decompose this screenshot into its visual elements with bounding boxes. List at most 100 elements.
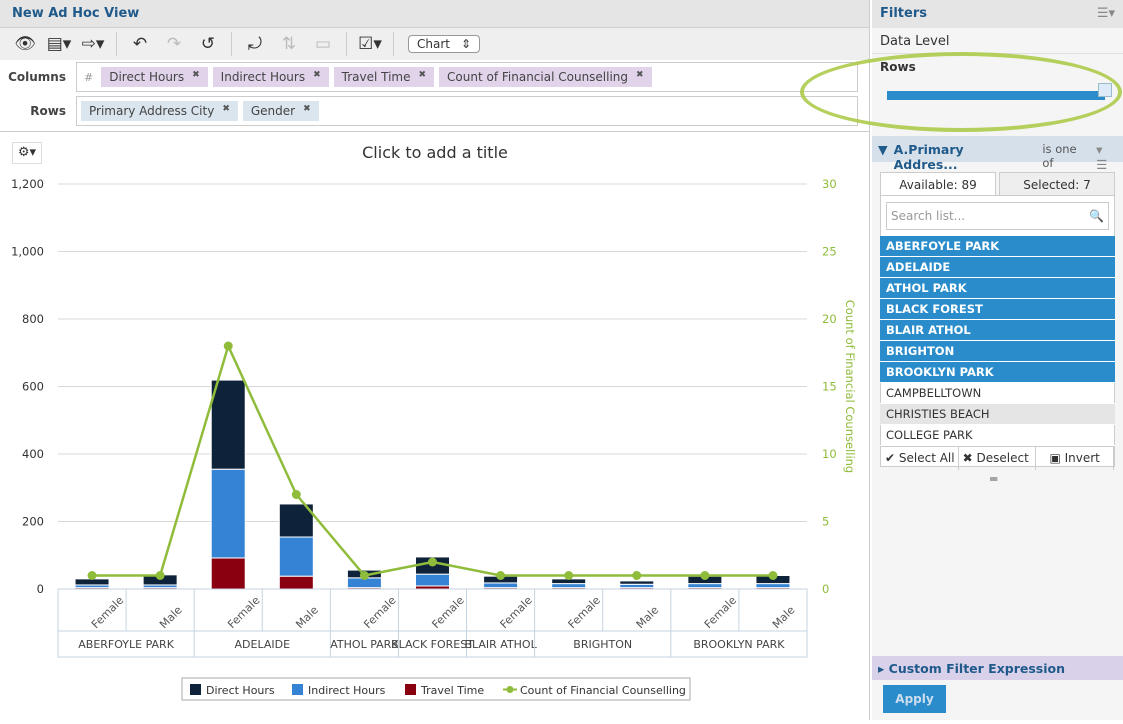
category-label: Male xyxy=(770,603,798,631)
field-pill[interactable]: Indirect Hours ✖ xyxy=(212,67,329,87)
divider xyxy=(346,32,347,56)
list-item[interactable]: BRIGHTON xyxy=(880,341,1115,362)
options-icon[interactable]: ☑▾ xyxy=(355,32,385,56)
list-item[interactable]: CAMPBELLTOWN xyxy=(880,383,1115,404)
y-tick-label: 200 xyxy=(22,515,44,529)
remove-icon[interactable]: ✖ xyxy=(222,104,230,118)
line-point xyxy=(496,571,506,580)
list-item[interactable]: BLACK FOREST xyxy=(880,299,1115,320)
y2-tick-label: 5 xyxy=(822,515,829,529)
list-item[interactable]: COLLEGE PARK xyxy=(880,425,1115,446)
rows-drop-zone[interactable]: Primary Address City ✖ Gender ✖ xyxy=(76,96,858,126)
toolbar: 👁 ▤▾ ⇨▾ ↶ ↷ ↺ ⤾ ⇅ ▭ ☑▾ Chart ⇕ xyxy=(0,28,869,60)
y2-tick-label: 10 xyxy=(822,447,837,461)
remove-icon[interactable]: ✖ xyxy=(636,70,644,84)
group-label: BLACK FOREST xyxy=(391,638,474,651)
tab-available[interactable]: Available: 89 xyxy=(880,172,996,196)
filter-tabs: Available: 89 Selected: 7 xyxy=(880,172,1115,196)
menu-icon[interactable]: ▾ ☰ xyxy=(1096,142,1117,172)
columns-drop-zone[interactable]: # Direct Hours ✖ Indirect Hours ✖ Travel Time… xyxy=(76,62,858,92)
chart: Click to add a title02004006008001,0001,… xyxy=(11,143,857,701)
bar-direct-hours xyxy=(619,580,655,585)
resize-handle[interactable]: ═ xyxy=(990,472,997,486)
y-tick-label: 1,200 xyxy=(11,177,44,191)
list-item[interactable]: ATHOL PARK xyxy=(880,278,1115,299)
list-item[interactable]: BLAIR ATHOL xyxy=(880,320,1115,341)
remove-icon[interactable]: ✖ xyxy=(313,70,321,84)
search-input[interactable]: Search list... 🔍 xyxy=(886,202,1109,230)
operator-dropdown[interactable]: is one of xyxy=(1042,142,1090,170)
rows-label: Rows xyxy=(30,104,66,118)
select-value: Chart xyxy=(417,37,450,51)
visualization-select[interactable]: Chart ⇕ xyxy=(408,35,480,53)
field-pill[interactable]: Direct Hours ✖ xyxy=(101,67,208,87)
field-pill[interactable]: Primary Address City ✖ xyxy=(81,101,238,121)
remove-icon[interactable]: ✖ xyxy=(192,70,200,84)
sort-icon[interactable]: ⇅ xyxy=(274,32,304,56)
save-icon[interactable]: ▤▾ xyxy=(44,32,74,56)
category-label: Female xyxy=(702,594,739,631)
reset-icon[interactable]: ↺ xyxy=(193,32,223,56)
rows-shelf: Rows Primary Address City ✖ Gender ✖ xyxy=(0,96,870,126)
list-item[interactable]: BROOKLYN PARK xyxy=(880,362,1115,383)
remove-icon[interactable]: ✖ xyxy=(419,70,427,84)
field-pill[interactable]: Gender ✖ xyxy=(242,101,319,121)
switch-axes-icon[interactable]: ⤾ xyxy=(240,32,270,56)
category-label: Male xyxy=(157,603,185,631)
remove-icon[interactable]: ✖ xyxy=(303,104,311,118)
line-point xyxy=(223,341,233,351)
bar-indirect-hours xyxy=(415,573,450,587)
y-tick-label: 800 xyxy=(22,312,44,326)
y-tick-label: 0 xyxy=(37,582,44,596)
y2-axis-label: Count of Financial Counselling xyxy=(843,300,857,473)
field-label: Travel Time xyxy=(341,70,411,84)
group-label: BLAIR ATHOL xyxy=(464,638,537,651)
line-point xyxy=(768,571,778,580)
redo-icon[interactable]: ↷ xyxy=(159,32,189,56)
field-label: Direct Hours xyxy=(109,70,185,84)
divider xyxy=(231,32,232,56)
select-all-button[interactable]: ✔ Select All xyxy=(881,447,959,470)
list-item[interactable]: CHRISTIES BEACH xyxy=(880,404,1115,425)
bar-indirect-hours xyxy=(210,468,246,559)
category-label: Female xyxy=(89,594,126,631)
field-pill[interactable]: Count of Financial Counselling ✖ xyxy=(439,67,652,87)
bar-indirect-hours xyxy=(619,583,655,589)
legend-swatch xyxy=(292,684,303,695)
undo-icon[interactable]: ↶ xyxy=(125,32,155,56)
line-point xyxy=(291,490,301,499)
list-item[interactable]: ABERFOYLE PARK xyxy=(880,236,1115,257)
menu-icon[interactable]: ☰▾ xyxy=(1097,6,1115,22)
bar-indirect-hours xyxy=(755,583,791,589)
legend-label: Indirect Hours xyxy=(308,684,386,697)
chart-settings-gear-icon[interactable]: ⚙▾ xyxy=(12,142,42,164)
category-label: Male xyxy=(634,603,662,631)
category-label: Female xyxy=(498,594,535,631)
legend-swatch xyxy=(405,684,416,695)
custom-filter-expression[interactable]: ▸ Custom Filter Expression xyxy=(872,656,1123,680)
deselect-button[interactable]: ✖ Deselect xyxy=(959,447,1037,470)
line-point xyxy=(564,571,574,580)
invert-button[interactable]: ▣ Invert xyxy=(1036,447,1115,470)
bar-direct-hours xyxy=(210,379,246,470)
table-icon[interactable]: ▭ xyxy=(308,32,338,56)
y2-tick-label: 20 xyxy=(822,312,837,326)
field-label: Gender xyxy=(250,104,296,118)
tab-selected[interactable]: Selected: 7 xyxy=(999,172,1115,196)
invert-label: Invert xyxy=(1064,451,1100,465)
field-pill[interactable]: Travel Time ✖ xyxy=(333,67,435,87)
divider xyxy=(393,32,394,56)
divider xyxy=(116,32,117,56)
bar-indirect-hours xyxy=(483,582,519,589)
collapse-icon[interactable]: ▼ xyxy=(878,142,888,157)
chart-title: Click to add a title xyxy=(362,143,508,162)
list-item[interactable]: ADELAIDE xyxy=(880,257,1115,278)
apply-button[interactable]: Apply xyxy=(883,685,946,713)
y2-tick-label: 0 xyxy=(822,582,829,596)
line-point xyxy=(700,571,710,580)
filter-header: ▼ A.Primary Addres... is one of ▾ ☰ xyxy=(872,136,1123,172)
select-all-label: Select All xyxy=(898,451,955,465)
export-icon[interactable]: ⇨▾ xyxy=(78,32,108,56)
custom-filter-label: Custom Filter Expression xyxy=(888,661,1066,676)
eye-icon[interactable]: 👁 xyxy=(10,32,40,56)
